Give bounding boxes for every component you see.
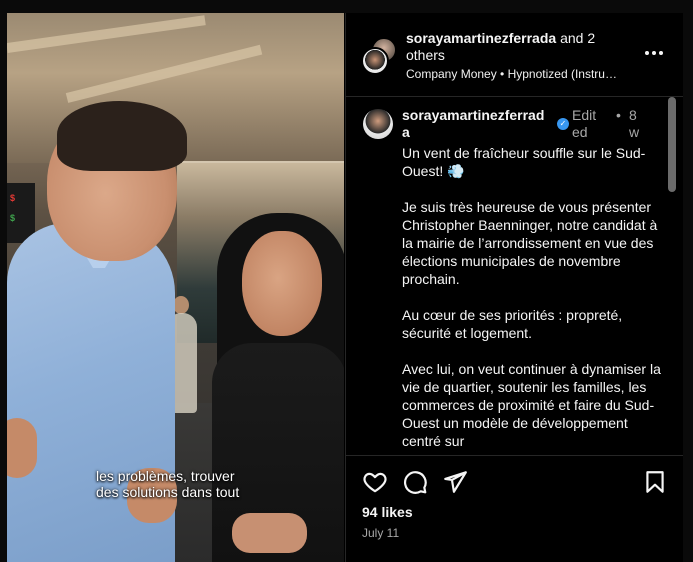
post-modal: $ $ les problèmes, trouver des solutions… bbox=[7, 13, 683, 562]
caption-area: sorayamartinezferrada ✓ Edited • 8w Un v… bbox=[346, 97, 683, 455]
video-subtitle-line: les problèmes, trouver bbox=[96, 468, 235, 484]
audio-link[interactable]: Company Money • Hypnotized (Instru… bbox=[406, 67, 646, 81]
post-time-ago[interactable]: 8w bbox=[629, 107, 641, 141]
caption-paragraph: Je suis très heureuse de vous présenter … bbox=[402, 199, 658, 287]
likes-count[interactable]: 94 likes bbox=[362, 504, 413, 520]
video-person-woman-hands bbox=[232, 513, 307, 553]
caption-paragraph: Un vent de fraîcheur souffle sur le Sud-… bbox=[402, 145, 646, 179]
caption-paragraph: Avec lui, on veut continuer à dynamiser … bbox=[402, 361, 661, 449]
video-person-man-hand bbox=[7, 418, 37, 478]
edited-label: Edited bbox=[572, 107, 597, 140]
header-username[interactable]: sorayamartinezferrada bbox=[406, 30, 556, 46]
post-actions: 94 likes July 11 bbox=[346, 455, 683, 562]
video-person-man-hair bbox=[57, 101, 187, 171]
verified-badge-icon: ✓ bbox=[557, 118, 569, 130]
header-title: sorayamartinezferrada and 2 others bbox=[406, 30, 636, 64]
avatar[interactable] bbox=[361, 47, 389, 75]
post-username[interactable]: sorayamartinezferrada bbox=[402, 107, 552, 141]
post-date[interactable]: July 11 bbox=[362, 526, 399, 540]
avatar[interactable] bbox=[363, 109, 393, 139]
share-icon[interactable] bbox=[442, 469, 468, 495]
collab-avatars[interactable] bbox=[361, 37, 397, 75]
post-caption-text: Un vent de fraîcheur souffle sur le Sud-… bbox=[402, 144, 662, 455]
caption-paragraph: Au cœur de ses priorités : propreté, séc… bbox=[402, 307, 623, 341]
video-subtitle-line: des solutions dans tout bbox=[96, 484, 240, 500]
more-horizontal-icon[interactable] bbox=[642, 43, 666, 63]
post-header: sorayamartinezferrada and 2 others Compa… bbox=[346, 13, 683, 97]
video-subtitle: les problèmes, trouver des solutions dan… bbox=[96, 468, 316, 500]
scrollbar-thumb[interactable] bbox=[668, 97, 676, 192]
video-background-person bbox=[173, 296, 189, 314]
bookmark-icon[interactable] bbox=[642, 469, 668, 495]
video-player[interactable]: $ $ les problèmes, trouver des solutions… bbox=[7, 13, 344, 562]
separator-dot: • bbox=[616, 107, 621, 123]
video-person-woman bbox=[242, 231, 322, 336]
comment-icon[interactable] bbox=[402, 469, 428, 495]
caption-scrollbar[interactable] bbox=[668, 97, 676, 455]
heart-icon[interactable] bbox=[362, 469, 388, 495]
post-side-panel: sorayamartinezferrada and 2 others Compa… bbox=[345, 13, 683, 562]
